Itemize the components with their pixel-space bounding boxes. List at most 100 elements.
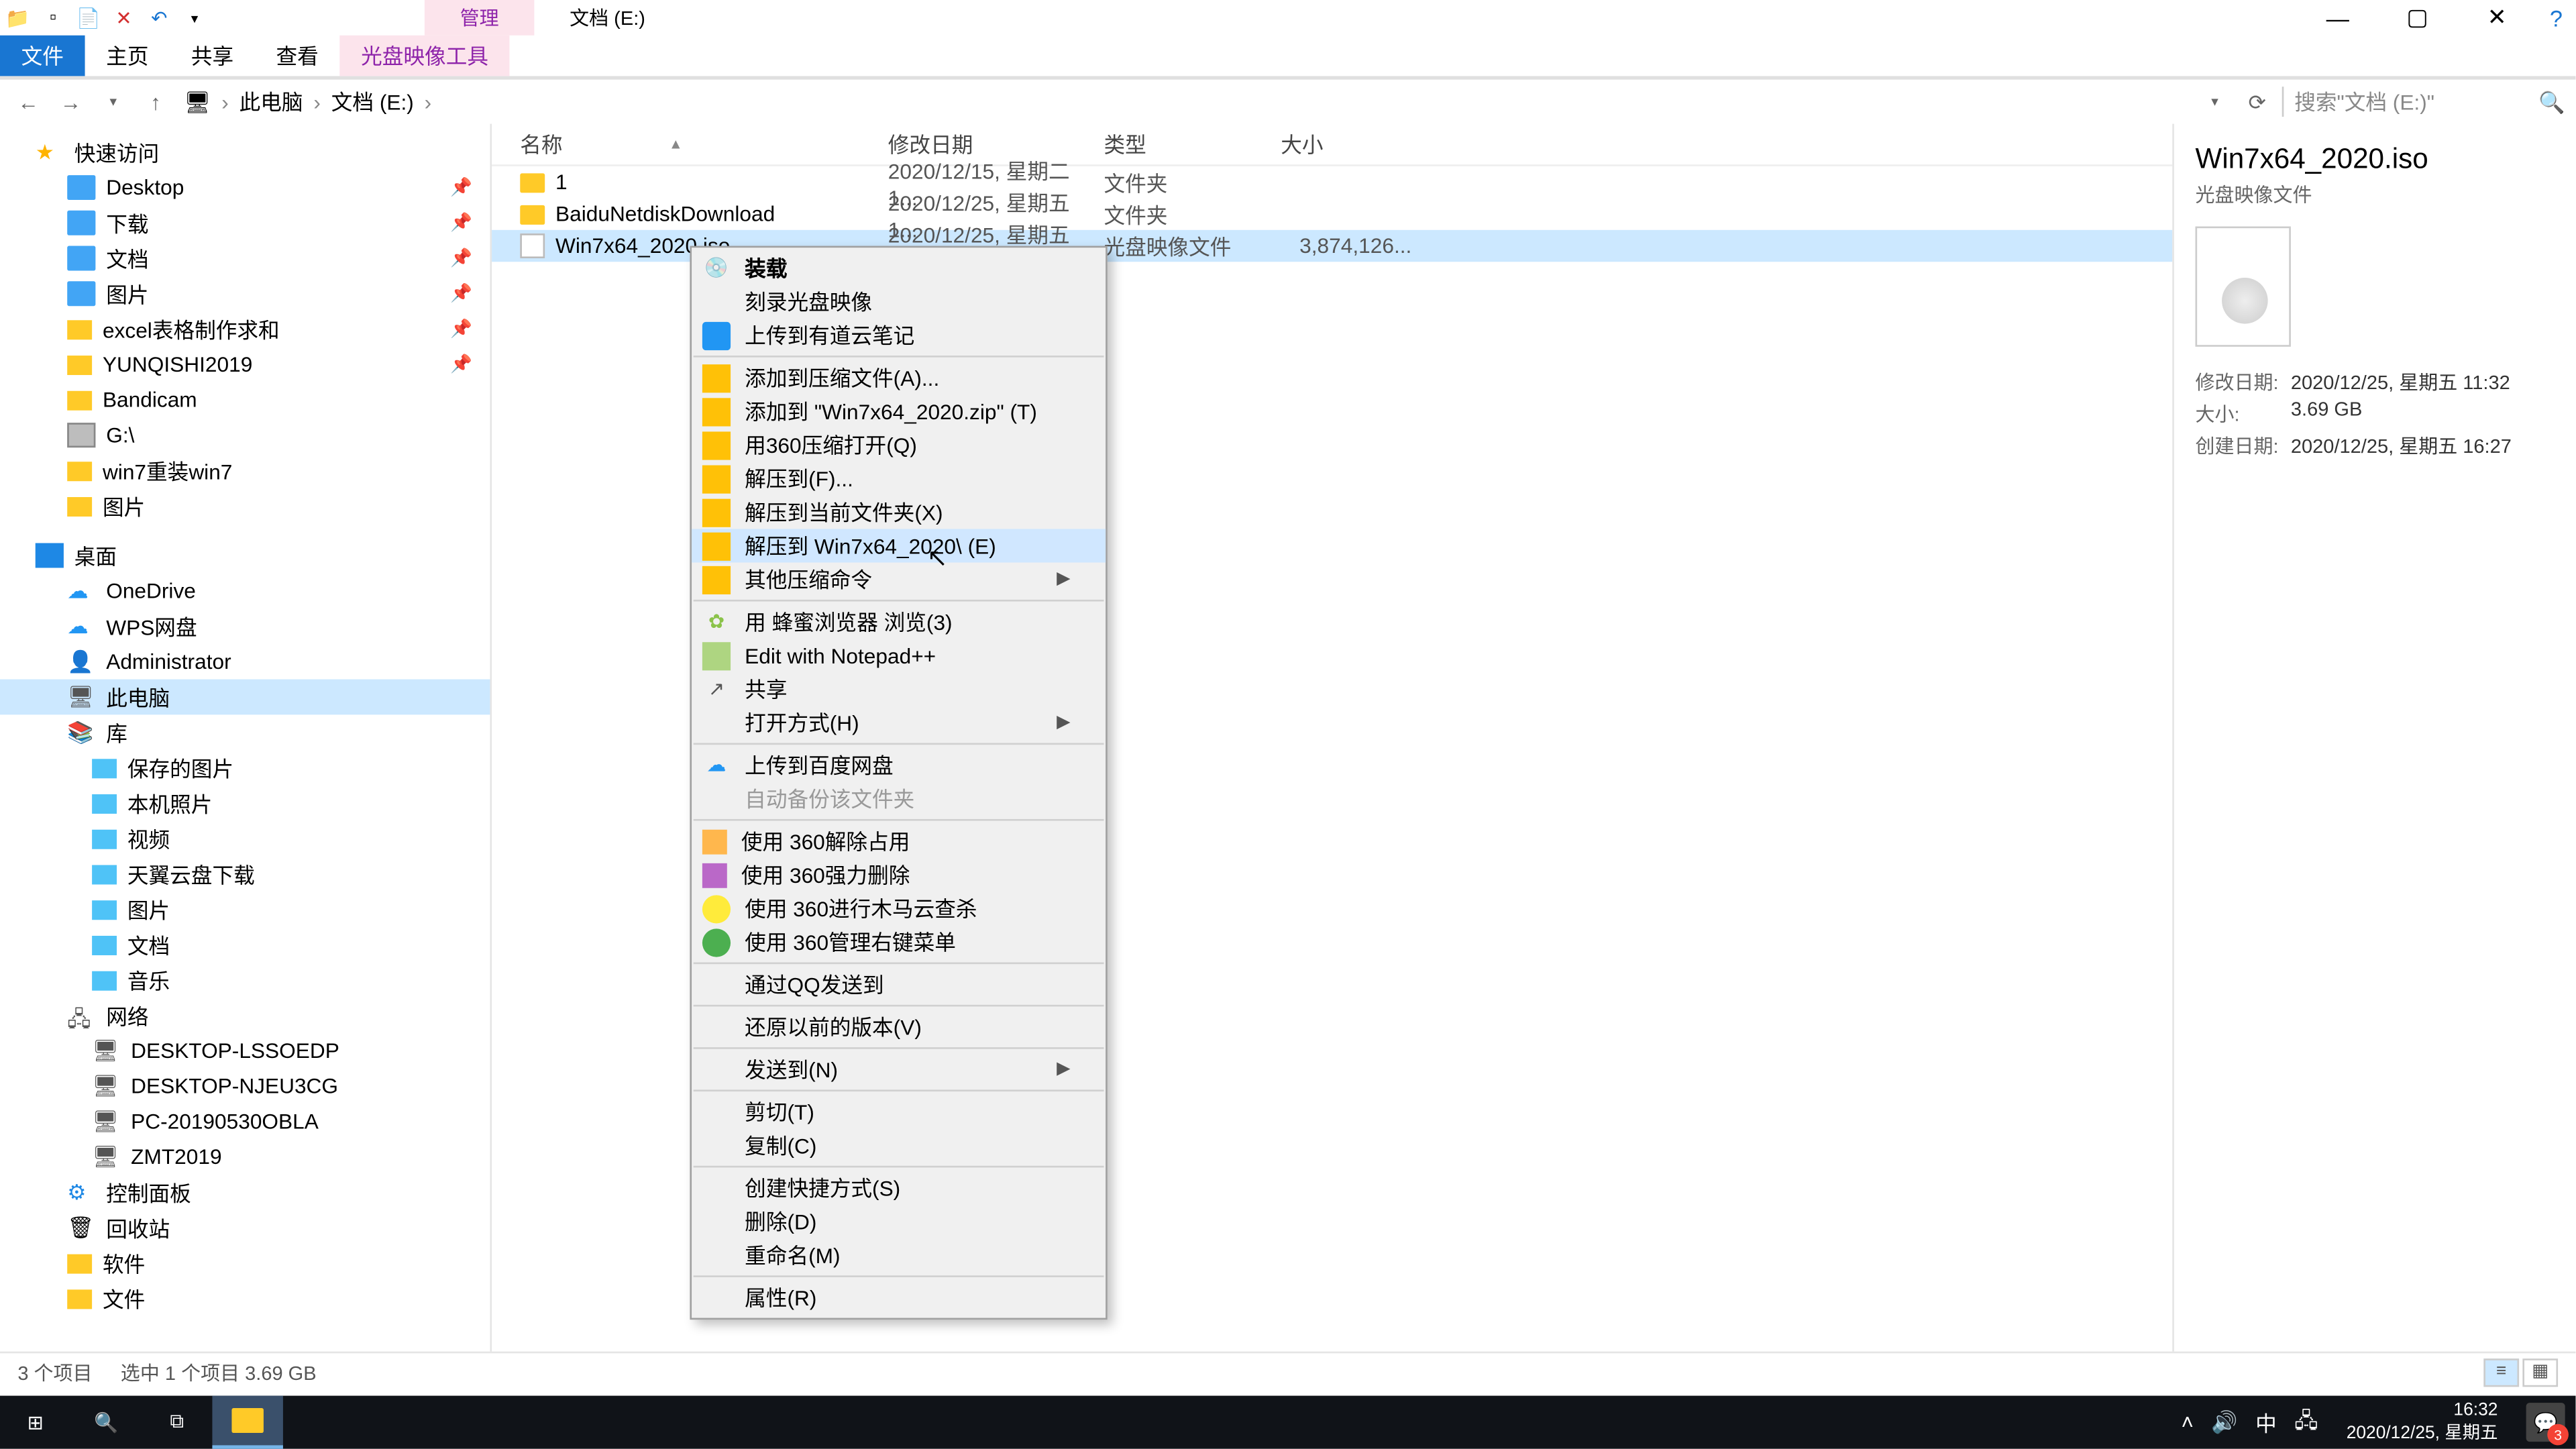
chevron-right-icon[interactable]: ›: [218, 89, 232, 114]
menu-extract-here[interactable]: 解压到当前文件夹(X): [692, 495, 1106, 529]
nav-up-button[interactable]: ↑: [138, 89, 174, 114]
tray-ime-indicator[interactable]: 中: [2255, 1407, 2277, 1438]
menu-qq-send[interactable]: 通过QQ发送到: [692, 967, 1106, 1001]
menu-delete[interactable]: 删除(D): [692, 1205, 1106, 1238]
taskbar-explorer[interactable]: [212, 1396, 282, 1449]
close-button[interactable]: ✕: [2457, 0, 2537, 36]
menu-youdao[interactable]: 上传到有道云笔记: [692, 319, 1106, 352]
crumb-thispc[interactable]: 此电脑: [235, 87, 307, 117]
chevron-right-icon[interactable]: ›: [310, 89, 324, 114]
nav-pc3[interactable]: 🖥PC-20190530OBLA: [0, 1104, 490, 1139]
menu-360-scan[interactable]: 使用 360进行木马云查杀: [692, 892, 1106, 925]
maximize-button[interactable]: ▢: [2377, 0, 2457, 36]
nav-videos[interactable]: 视频: [0, 821, 490, 857]
nav-documents2[interactable]: 文档: [0, 927, 490, 963]
nav-admin[interactable]: 👤Administrator: [0, 644, 490, 680]
nav-win7rw[interactable]: win7重装win7: [0, 453, 490, 488]
menu-open-360zip[interactable]: 用360压缩打开(Q): [692, 428, 1106, 462]
nav-files[interactable]: 文件: [0, 1281, 490, 1316]
menu-open-with[interactable]: 打开方式(H)▶: [692, 706, 1106, 739]
crumb-drive[interactable]: 文档 (E:): [328, 87, 418, 117]
qat-properties-icon[interactable]: ▫: [39, 3, 67, 32]
tab-view[interactable]: 查看: [255, 36, 340, 76]
nav-software[interactable]: 软件: [0, 1245, 490, 1281]
col-size[interactable]: 大小: [1281, 129, 1422, 160]
nav-bandicam[interactable]: Bandicam: [0, 382, 490, 418]
menu-other-compress[interactable]: 其他压缩命令▶: [692, 563, 1106, 596]
menu-baidu-upload[interactable]: ☁上传到百度网盘: [692, 748, 1106, 782]
search-button[interactable]: 🔍: [70, 1396, 141, 1449]
tab-file[interactable]: 文件: [0, 36, 85, 76]
refresh-button[interactable]: ⟳: [2239, 89, 2275, 114]
nav-excel[interactable]: excel表格制作求和📌: [0, 311, 490, 347]
nav-documents[interactable]: 文档📌: [0, 241, 490, 276]
qat-dropdown-icon[interactable]: ▾: [180, 3, 209, 32]
col-name[interactable]: 名称▲: [520, 129, 888, 160]
tab-home[interactable]: 主页: [85, 36, 170, 76]
nav-control-panel[interactable]: ⚙控制面板: [0, 1175, 490, 1210]
nav-network[interactable]: 🖧网络: [0, 998, 490, 1033]
nav-onedrive[interactable]: ☁OneDrive: [0, 573, 490, 608]
menu-360-force-delete[interactable]: 使用 360强力删除: [692, 858, 1106, 892]
table-row[interactable]: 1 2020/12/15, 星期二 1... 文件夹: [492, 166, 2172, 198]
menu-create-shortcut[interactable]: 创建快捷方式(S): [692, 1171, 1106, 1205]
table-row[interactable]: BaiduNetdiskDownload 2020/12/25, 星期五 1..…: [492, 198, 2172, 229]
search-input[interactable]: 搜索"文档 (E:)" 🔍: [2282, 87, 2565, 117]
nav-this-pc[interactable]: 🖥此电脑: [0, 680, 490, 715]
menu-burn[interactable]: 刻录光盘映像: [692, 285, 1106, 319]
nav-desktop-root[interactable]: 桌面: [0, 538, 490, 574]
nav-pictures[interactable]: 图片📌: [0, 276, 490, 311]
menu-mount[interactable]: 💿装载: [692, 251, 1106, 284]
view-large-button[interactable]: ▦: [2522, 1358, 2558, 1386]
col-type[interactable]: 类型: [1104, 129, 1281, 160]
help-button[interactable]: ?: [2536, 0, 2575, 36]
minimize-button[interactable]: —: [2298, 0, 2377, 36]
nav-wps[interactable]: ☁WPS网盘: [0, 608, 490, 644]
task-view-button[interactable]: ⧉: [142, 1396, 212, 1449]
tab-disc-tools[interactable]: 光盘映像工具: [339, 36, 509, 76]
nav-quick-access[interactable]: ★快速访问: [0, 134, 490, 170]
menu-notepadpp[interactable]: Edit with Notepad++: [692, 639, 1106, 672]
chevron-right-icon[interactable]: ›: [421, 89, 435, 114]
tray-clock[interactable]: 16:32 2020/12/25, 星期五: [2336, 1399, 2508, 1446]
menu-add-archive[interactable]: 添加到压缩文件(A)...: [692, 361, 1106, 394]
nav-desktop[interactable]: Desktop📌: [0, 170, 490, 205]
nav-pc4[interactable]: 🖥ZMT2019: [0, 1139, 490, 1175]
menu-360-unlock[interactable]: 使用 360解除占用: [692, 824, 1106, 858]
nav-forward-button[interactable]: →: [53, 89, 89, 114]
menu-add-zip[interactable]: 添加到 "Win7x64_2020.zip" (T): [692, 394, 1106, 428]
menu-extract-named[interactable]: 解压到 Win7x64_2020\ (E): [692, 529, 1106, 562]
nav-pc1[interactable]: 🖥DESKTOP-LSSOEDP: [0, 1033, 490, 1069]
nav-pictures3[interactable]: 图片: [0, 892, 490, 927]
nav-pc2[interactable]: 🖥DESKTOP-NJEU3CG: [0, 1069, 490, 1104]
breadcrumb[interactable]: 🖥 › 此电脑 › 文档 (E:) ›: [180, 87, 2190, 117]
nav-pictures2[interactable]: 图片: [0, 488, 490, 524]
menu-rename[interactable]: 重命名(M): [692, 1238, 1106, 1272]
nav-camera-roll[interactable]: 本机照片: [0, 786, 490, 821]
start-button[interactable]: ⊞: [0, 1396, 70, 1449]
menu-restore-previous[interactable]: 还原以前的版本(V): [692, 1010, 1106, 1044]
nav-history-dropdown[interactable]: ▾: [95, 94, 131, 110]
tray-chevron-up-icon[interactable]: ˄: [2181, 1410, 2194, 1435]
nav-downloads[interactable]: 下载📌: [0, 205, 490, 241]
menu-extract-to[interactable]: 解压到(F)...: [692, 462, 1106, 495]
qat-delete-icon[interactable]: ✕: [109, 3, 138, 32]
menu-360-manage[interactable]: 使用 360管理右键菜单: [692, 925, 1106, 959]
menu-send-to[interactable]: 发送到(N)▶: [692, 1053, 1106, 1086]
nav-recycle[interactable]: 🗑回收站: [0, 1210, 490, 1246]
menu-cut[interactable]: 剪切(T): [692, 1095, 1106, 1128]
crumb-dropdown[interactable]: ▾: [2197, 94, 2233, 110]
menu-bee-browser[interactable]: ✿用 蜂蜜浏览器 浏览(3): [692, 605, 1106, 639]
menu-copy[interactable]: 复制(C): [692, 1128, 1106, 1162]
nav-saved-pictures[interactable]: 保存的图片: [0, 750, 490, 786]
nav-music[interactable]: 音乐: [0, 963, 490, 998]
tray-volume-icon[interactable]: 🔊: [2211, 1410, 2237, 1435]
tray-network-icon[interactable]: 🖧: [2294, 1403, 2318, 1440]
qat-undo-icon[interactable]: ↶: [145, 3, 173, 32]
nav-tianyi[interactable]: 天翼云盘下载: [0, 856, 490, 892]
menu-properties[interactable]: 属性(R): [692, 1281, 1106, 1314]
nav-libraries[interactable]: 📚库: [0, 714, 490, 750]
nav-g-drive[interactable]: G:\: [0, 417, 490, 453]
qat-newfolder-icon[interactable]: 📄: [74, 3, 103, 32]
view-details-button[interactable]: ≡: [2483, 1358, 2519, 1386]
